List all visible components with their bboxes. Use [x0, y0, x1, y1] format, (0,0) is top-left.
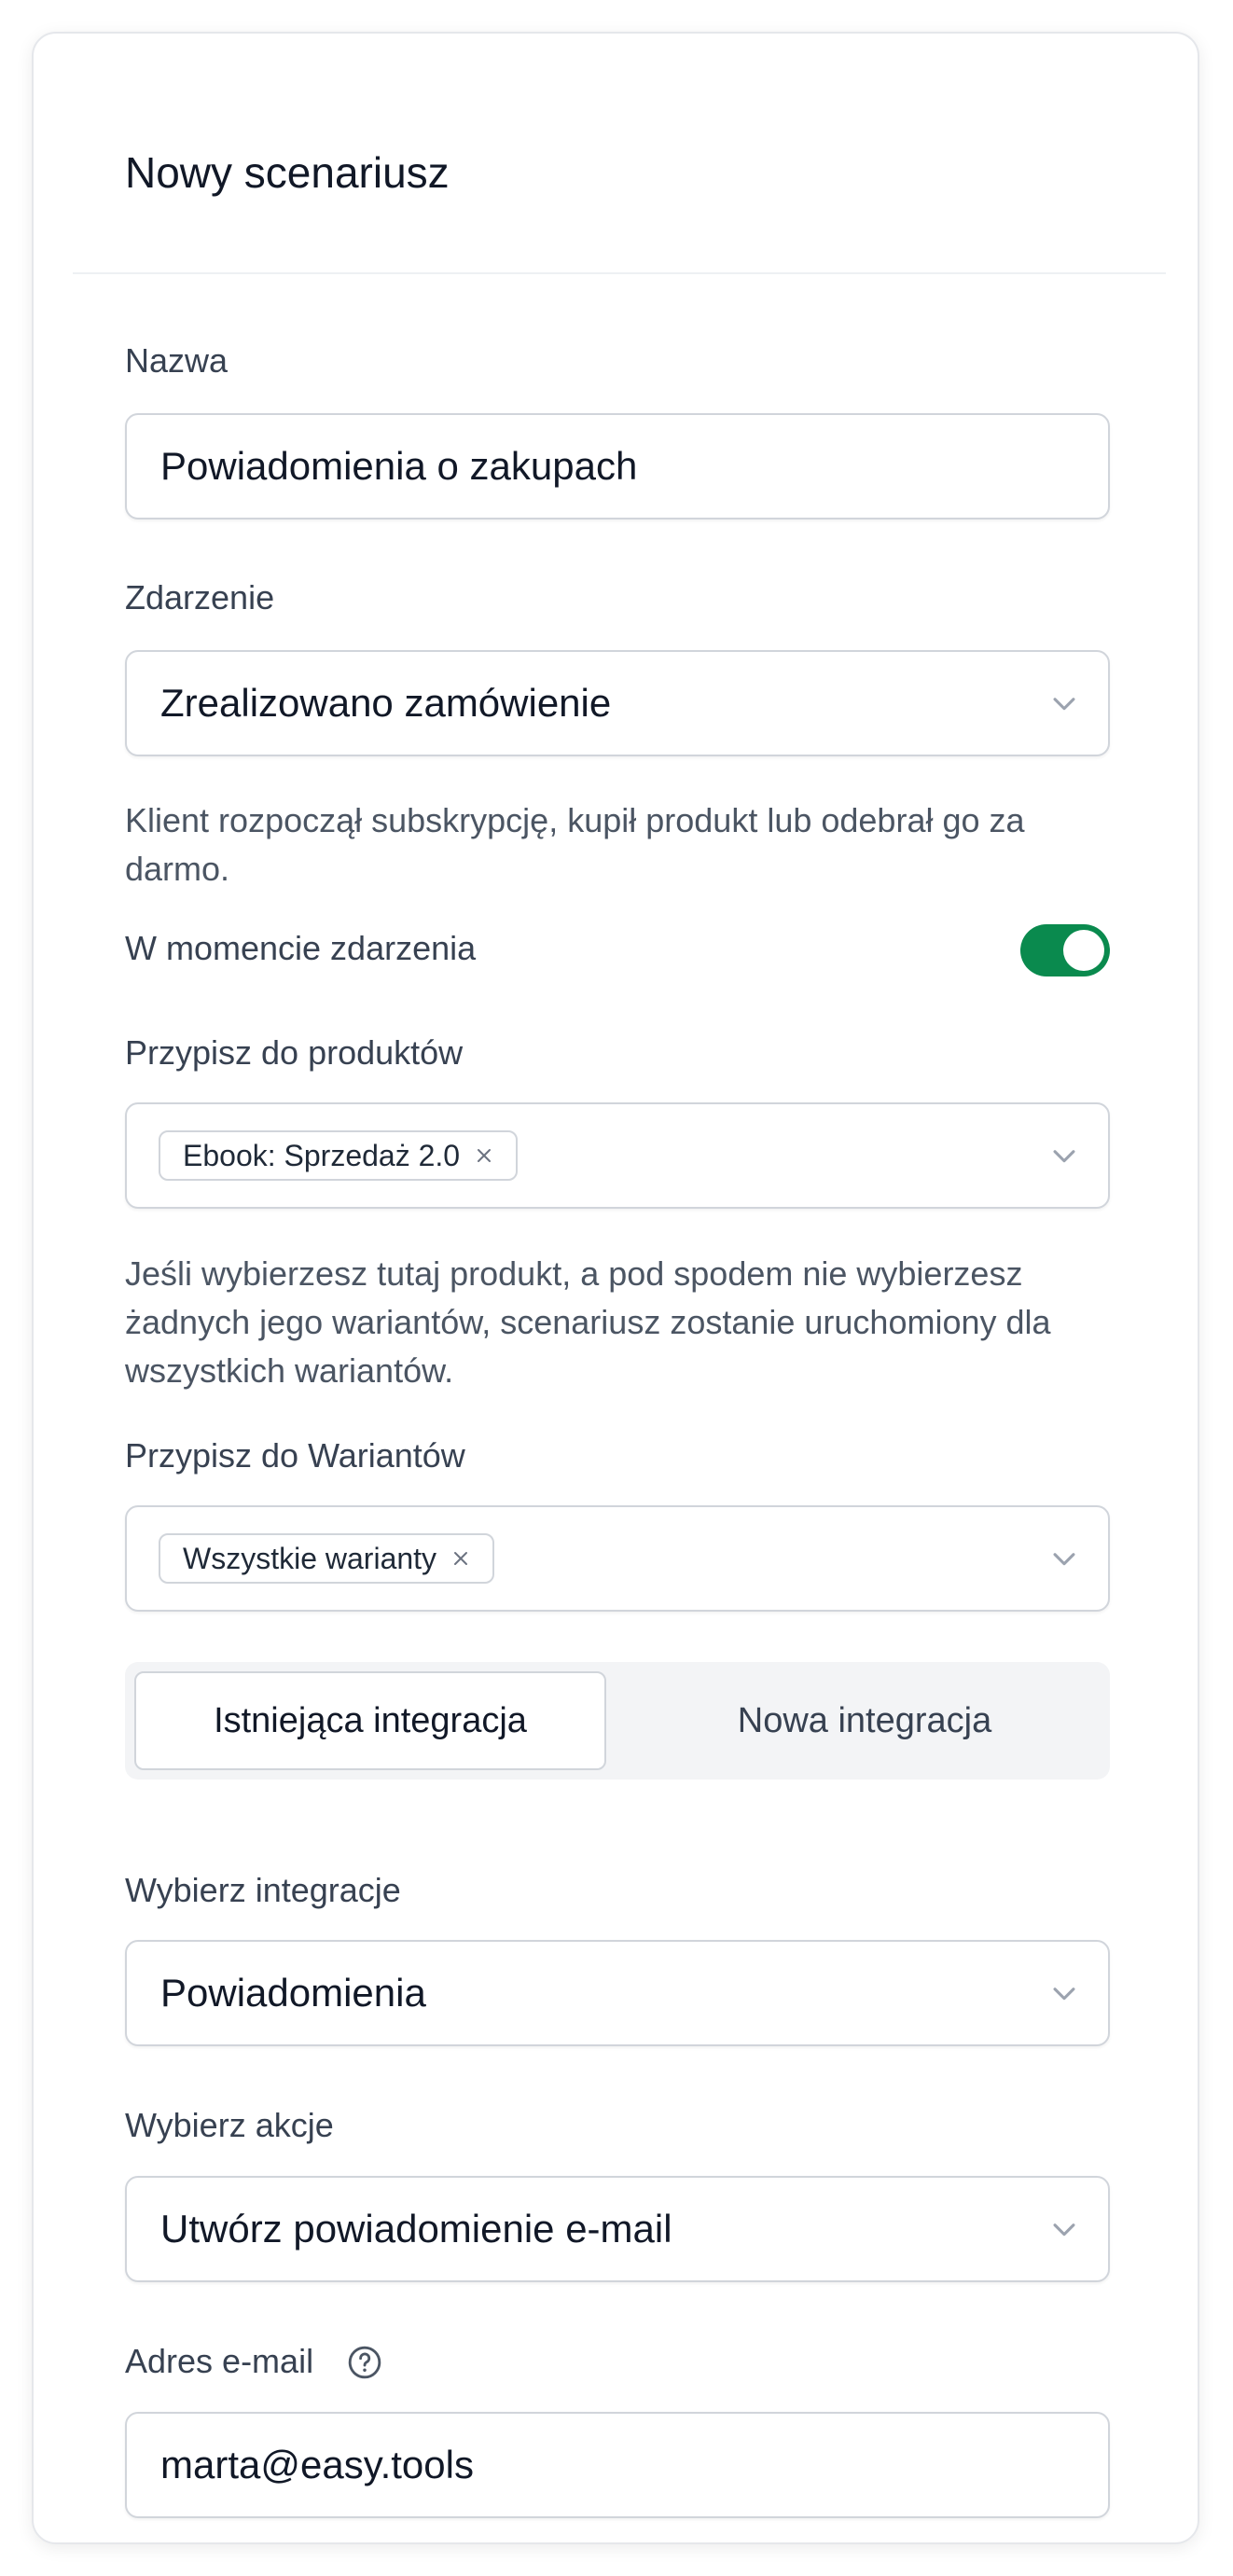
- name-input[interactable]: Powiadomienia o zakupach: [125, 413, 1110, 519]
- product-chip-label: Ebook: Sprzedaż 2.0: [183, 1138, 461, 1172]
- products-label: Przypisz do produktów: [125, 1033, 464, 1072]
- product-chip: Ebook: Sprzedaż 2.0: [159, 1130, 519, 1181]
- variants-select[interactable]: Wszystkie warianty: [125, 1505, 1110, 1612]
- name-label: Nazwa: [125, 341, 229, 380]
- chevron-down-icon: [1053, 1987, 1075, 2001]
- email-input[interactable]: marta@easy.tools: [125, 2412, 1110, 2518]
- integration-tabs: Istniejąca integracja Nowa integracja: [125, 1662, 1110, 1780]
- email-label: Adres e-mail: [125, 2342, 314, 2380]
- chevron-down-icon: [1053, 2223, 1075, 2237]
- at-event-label: W momencie zdarzenia: [125, 929, 477, 967]
- event-label: Zdarzenie: [125, 578, 275, 616]
- chevron-down-icon: [1053, 1553, 1075, 1566]
- variants-label: Przypisz do Wariantów: [125, 1436, 465, 1475]
- action-select-value: Utwórz powiadomienie e-mail: [160, 2207, 672, 2251]
- event-help-text: Klient rozpoczął subskrypcję, kupił prod…: [125, 801, 1025, 888]
- integration-select[interactable]: Powiadomienia: [125, 1940, 1110, 2046]
- question-circle-icon[interactable]: [347, 2345, 382, 2380]
- chevron-down-icon: [1053, 698, 1075, 711]
- chevron-down-icon: [1053, 1150, 1075, 1163]
- products-help-text: Jeśli wybierzesz tutaj produkt, a pod sp…: [125, 1254, 1051, 1390]
- close-icon[interactable]: [451, 1549, 470, 1568]
- tab-existing-integration[interactable]: Istniejąca integracja: [134, 1671, 606, 1770]
- integration-select-value: Powiadomienia: [160, 1971, 426, 2015]
- products-select[interactable]: Ebook: Sprzedaż 2.0: [125, 1102, 1110, 1209]
- tab-new-integration[interactable]: Nowa integracja: [629, 1671, 1101, 1770]
- integration-label: Wybierz integracje: [125, 1871, 401, 1909]
- close-icon[interactable]: [475, 1146, 493, 1165]
- toggle-knob: [1063, 930, 1104, 971]
- event-select-value: Zrealizowano zamówienie: [160, 681, 612, 725]
- scenario-form-card: Nowy scenariusz Nazwa Powiadomienia o za…: [32, 32, 1199, 2544]
- action-label: Wybierz akcje: [125, 2106, 334, 2144]
- page-title: Nowy scenariusz: [125, 148, 450, 197]
- action-select[interactable]: Utwórz powiadomienie e-mail: [125, 2176, 1110, 2282]
- email-input-value: marta@easy.tools: [160, 2443, 474, 2486]
- event-select[interactable]: Zrealizowano zamówienie: [125, 650, 1110, 756]
- variant-chip: Wszystkie warianty: [159, 1533, 495, 1584]
- variant-chip-label: Wszystkie warianty: [183, 1541, 437, 1575]
- at-event-toggle[interactable]: [1020, 924, 1110, 976]
- name-input-value: Powiadomienia o zakupach: [160, 444, 638, 488]
